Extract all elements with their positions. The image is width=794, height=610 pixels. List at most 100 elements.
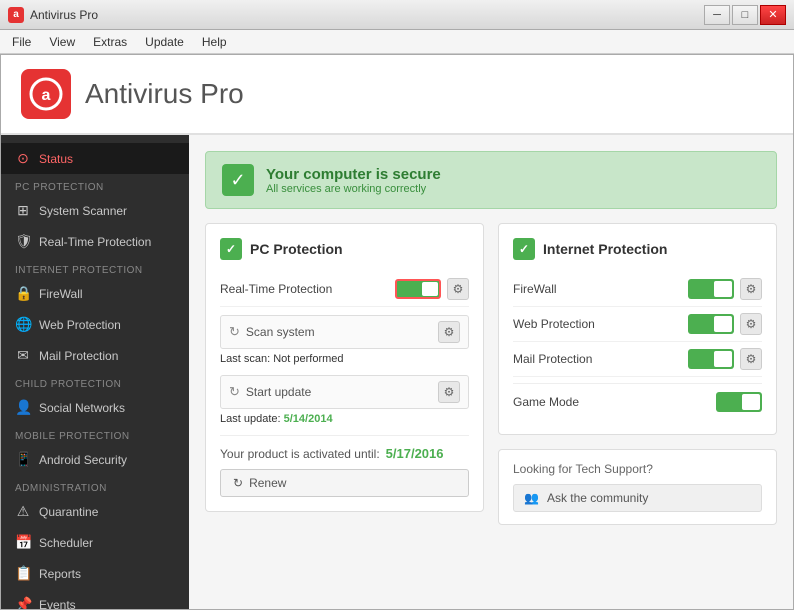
scan-action-left: ↻ Scan system [229, 324, 315, 340]
renew-label: Renew [249, 476, 286, 490]
sidebar-item-realtime[interactable]: 🛡 Real-Time Protection [1, 226, 189, 257]
update-label[interactable]: Start update [246, 385, 311, 399]
sidebar-item-social-networks[interactable]: 👤 Social Networks [1, 392, 189, 423]
game-mode-label: Game Mode [513, 395, 579, 409]
menu-bar: File View Extras Update Help [0, 30, 794, 54]
ask-community-button[interactable]: 👥 Ask the community [513, 484, 762, 512]
sidebar-item-mail-protection[interactable]: ✉ Mail Protection [1, 340, 189, 371]
content-area: ⊙ Status PC PROTECTION ⊞ System Scanner … [1, 135, 793, 609]
game-mode-toggle[interactable] [716, 392, 762, 412]
section-child-protection: CHILD PROTECTION [1, 371, 189, 392]
sidebar-item-scheduler[interactable]: 📅 Scheduler [1, 527, 189, 558]
internet-protection-title: ✓ Internet Protection [513, 238, 762, 260]
game-mode-knob [742, 394, 760, 410]
sidebar-label-social-networks: Social Networks [39, 401, 125, 415]
menu-file[interactable]: File [4, 33, 39, 51]
social-networks-icon: 👤 [15, 399, 31, 416]
sidebar-label-web-protection: Web Protection [39, 318, 121, 332]
mail-protection-toggle-row: Mail Protection ⚙ [513, 342, 762, 377]
realtime-toggle[interactable] [395, 279, 441, 299]
web-protection-toggle-row: Web Protection ⚙ [513, 307, 762, 342]
firewall-gear-btn[interactable]: ⚙ [740, 278, 762, 300]
sidebar-label-mail-protection: Mail Protection [39, 349, 118, 363]
internet-protection-check-icon: ✓ [513, 238, 535, 260]
status-icon: ⊙ [15, 150, 31, 167]
title-bar: a Antivirus Pro ─ □ ✕ [0, 0, 794, 30]
activation-row: Your product is activated until: 5/17/20… [220, 446, 469, 461]
firewall-knob [714, 281, 732, 297]
section-internet-protection: INTERNET PROTECTION [1, 257, 189, 278]
sidebar-item-events[interactable]: 📌 Events [1, 589, 189, 609]
sidebar-label-realtime: Real-Time Protection [39, 235, 151, 249]
realtime-gear-btn[interactable]: ⚙ [447, 278, 469, 300]
web-protection-gear-btn[interactable]: ⚙ [740, 313, 762, 335]
renew-button[interactable]: ↻ Renew [220, 469, 469, 497]
firewall-toggle-row: FireWall ⚙ [513, 272, 762, 307]
scan-label[interactable]: Scan system [246, 325, 315, 339]
mail-protection-gear-btn[interactable]: ⚙ [740, 348, 762, 370]
tech-support-card: Looking for Tech Support? 👥 Ask the comm… [498, 449, 777, 525]
section-administration: ADMINISTRATION [1, 475, 189, 496]
sidebar-label-quarantine: Quarantine [39, 505, 98, 519]
sidebar-item-web-protection[interactable]: 🌐 Web Protection [1, 309, 189, 340]
app-title: Antivirus Pro [85, 78, 244, 110]
mail-protection-knob [714, 351, 732, 367]
realtime-label: Real-Time Protection [220, 282, 332, 296]
scheduler-icon: 📅 [15, 534, 31, 551]
menu-update[interactable]: Update [137, 33, 192, 51]
section-mobile-protection: MOBILE PROTECTION [1, 423, 189, 444]
minimize-button[interactable]: ─ [704, 5, 730, 25]
renew-icon: ↻ [233, 476, 243, 490]
sidebar-item-android-security[interactable]: 📱 Android Security [1, 444, 189, 475]
web-protection-controls: ⚙ [688, 313, 762, 335]
svg-text:a: a [42, 87, 51, 104]
status-banner: ✓ Your computer is secure All services a… [205, 151, 777, 209]
community-icon: 👥 [524, 491, 539, 505]
firewall-row-label: FireWall [513, 282, 557, 296]
status-check-icon: ✓ [222, 164, 254, 196]
realtime-knob [422, 282, 438, 296]
main-content: ✓ Your computer is secure All services a… [189, 135, 793, 609]
realtime-icon: 🛡 [15, 233, 31, 250]
app-logo: a [21, 69, 71, 119]
update-icon: ↻ [229, 384, 240, 400]
sidebar-label-status: Status [39, 152, 73, 166]
menu-help[interactable]: Help [194, 33, 235, 51]
web-protection-toggle[interactable] [688, 314, 734, 334]
menu-extras[interactable]: Extras [85, 33, 135, 51]
app-icon: a [8, 7, 24, 23]
pc-protection-card: ✓ PC Protection Real-Time Protection ⚙ [205, 223, 484, 512]
close-button[interactable]: ✕ [760, 5, 786, 25]
firewall-toggle[interactable] [688, 279, 734, 299]
activation-date: 5/17/2016 [386, 446, 444, 461]
pc-protection-title: ✓ PC Protection [220, 238, 469, 260]
tech-support-label: Looking for Tech Support? [513, 462, 762, 476]
update-action-left: ↻ Start update [229, 384, 311, 400]
firewall-icon: 🔒 [15, 285, 31, 302]
update-gear-btn[interactable]: ⚙ [438, 381, 460, 403]
mail-protection-toggle[interactable] [688, 349, 734, 369]
sidebar-label-reports: Reports [39, 567, 81, 581]
scan-info: Last scan: Not performed [220, 353, 469, 365]
scan-gear-btn[interactable]: ⚙ [438, 321, 460, 343]
reports-icon: 📋 [15, 565, 31, 582]
events-icon: 📌 [15, 596, 31, 609]
sidebar-item-status[interactable]: ⊙ Status [1, 143, 189, 174]
sidebar: ⊙ Status PC PROTECTION ⊞ System Scanner … [1, 135, 189, 609]
title-bar-left: a Antivirus Pro [8, 7, 98, 23]
pc-protection-check-icon: ✓ [220, 238, 242, 260]
last-update-label: Last update: [220, 413, 281, 425]
system-scanner-icon: ⊞ [15, 202, 31, 219]
maximize-button[interactable]: □ [732, 5, 758, 25]
status-sub-text: All services are working correctly [266, 183, 441, 195]
menu-view[interactable]: View [41, 33, 83, 51]
sidebar-item-quarantine[interactable]: ⚠ Quarantine [1, 496, 189, 527]
sidebar-item-reports[interactable]: 📋 Reports [1, 558, 189, 589]
update-info: Last update: 5/14/2014 [220, 413, 469, 425]
activation-label: Your product is activated until: [220, 447, 380, 461]
sidebar-item-firewall[interactable]: 🔒 FireWall [1, 278, 189, 309]
sidebar-item-system-scanner[interactable]: ⊞ System Scanner [1, 195, 189, 226]
web-protection-row-label: Web Protection [513, 317, 595, 331]
sidebar-label-firewall: FireWall [39, 287, 83, 301]
update-action-row: ↻ Start update ⚙ [220, 375, 469, 409]
